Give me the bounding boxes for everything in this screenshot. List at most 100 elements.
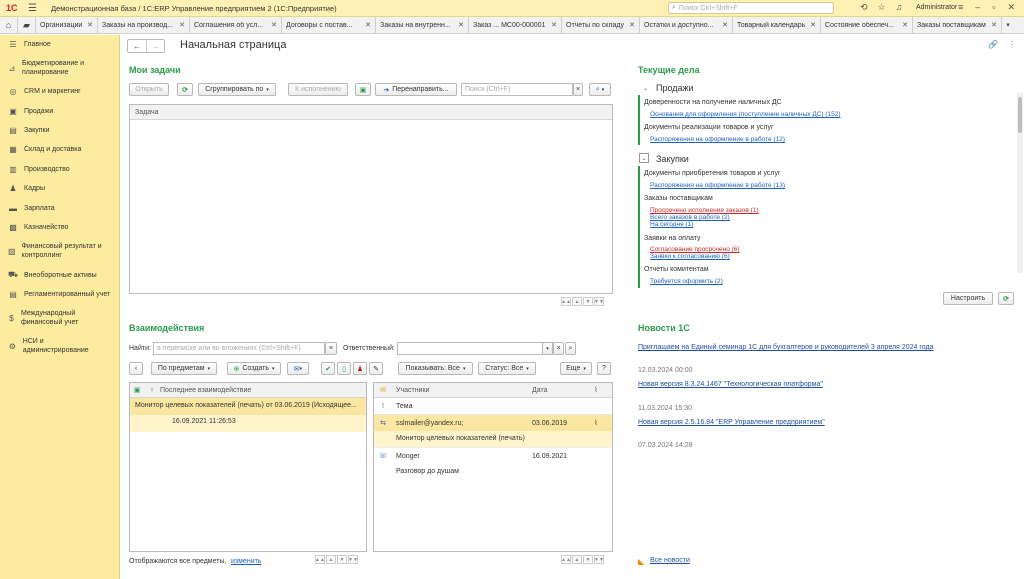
- close-tab-icon[interactable]: ✕: [179, 21, 185, 29]
- change-subjects-link[interactable]: изменить: [231, 558, 261, 565]
- sidebar-item-salary[interactable]: ▬ Зарплата: [0, 204, 55, 213]
- tab-supplier-contracts[interactable]: Договоры с постав... ✕: [282, 17, 376, 33]
- next-page-icon[interactable]: ▼: [583, 297, 593, 306]
- prev-page-icon[interactable]: ▲: [326, 555, 336, 564]
- next-page-icon[interactable]: ▼: [583, 555, 593, 564]
- forward-arrow-icon[interactable]: →: [146, 40, 164, 52]
- status-filter-button[interactable]: Статус: Все ▾: [478, 362, 536, 375]
- maximize-icon[interactable]: ▫: [992, 2, 995, 13]
- todo-link[interactable]: Заявки к согласованию (6): [650, 253, 730, 260]
- create-button[interactable]: ⊕ Создать ▾: [227, 362, 281, 375]
- person-button[interactable]: ♟: [353, 362, 367, 375]
- sidebar-item-regulated-accounting[interactable]: ▤ Регламентированный учет: [0, 290, 110, 299]
- document-button[interactable]: ▯: [337, 362, 351, 375]
- tasks-search-input[interactable]: Поиск (Ctrl+F): [461, 83, 573, 96]
- mail-action-button[interactable]: ✉ ▾: [287, 362, 309, 375]
- last-page-icon[interactable]: ▼▼: [594, 297, 604, 306]
- tab-goods-calendar[interactable]: Товарный календарь ✕: [733, 17, 821, 33]
- close-tab-icon[interactable]: ✕: [87, 21, 93, 29]
- minimize-icon[interactable]: –: [975, 2, 980, 13]
- sidebar-item-treasury[interactable]: ▩ Казначейство: [0, 223, 68, 232]
- first-page-icon[interactable]: ▲▲: [561, 555, 571, 564]
- all-news-link[interactable]: Все новости: [650, 557, 690, 564]
- close-tab-icon[interactable]: ✕: [365, 21, 371, 29]
- back-arrow-icon[interactable]: ←: [128, 40, 146, 52]
- edit-button[interactable]: ✎: [369, 362, 383, 375]
- refresh-button[interactable]: ⟳: [177, 83, 193, 96]
- sidebar-item-warehouse[interactable]: ▦ Склад и доставка: [0, 145, 81, 154]
- todo-link[interactable]: Всего заказов в работе (2): [650, 214, 730, 221]
- sidebar-item-production[interactable]: ▥ Производство: [0, 165, 69, 174]
- to-execution-button[interactable]: К исполнению: [288, 83, 348, 96]
- main-menu-icon[interactable]: ☰: [28, 3, 37, 14]
- responsible-clear[interactable]: ×: [553, 342, 564, 355]
- mark-reviewed-button[interactable]: ✔: [321, 362, 335, 375]
- table-row[interactable]: Монитор целевых показателей (печать) от …: [130, 398, 366, 432]
- responsible-dropdown[interactable]: ▾: [542, 342, 553, 355]
- table-row[interactable]: ⇆ sslmailer@yandex.ru; 03.06.2019 ⌇ Мони…: [374, 415, 612, 447]
- chevron-down-icon[interactable]: ⌄: [643, 85, 648, 92]
- responsible-open[interactable]: ⌕: [565, 342, 576, 355]
- tab-warehouse-reports[interactable]: Отчеты по складу ✕: [562, 17, 640, 33]
- home-icon[interactable]: ⌂: [0, 17, 18, 33]
- first-page-icon[interactable]: ▲▲: [315, 555, 325, 564]
- sidebar-item-ifrs[interactable]: $ Международный финансовый учет: [0, 309, 100, 327]
- show-filter-button[interactable]: Показывать: Все ▾: [398, 362, 473, 375]
- column-date[interactable]: Дата: [528, 387, 588, 394]
- close-tab-icon[interactable]: ✕: [810, 21, 816, 29]
- close-tab-icon[interactable]: ✕: [991, 21, 997, 29]
- responsible-input[interactable]: [397, 342, 553, 355]
- column-task[interactable]: Задача: [130, 109, 159, 116]
- news-item-link[interactable]: Новая версия 8.3.24.1467 "Технологическа…: [638, 381, 823, 388]
- tabs-more-icon[interactable]: ▾: [1002, 17, 1014, 33]
- interactions-find-input[interactable]: в переписке или во вложениях (Ctrl+Shift…: [153, 342, 325, 355]
- first-page-icon[interactable]: ▲▲: [561, 297, 571, 306]
- close-tab-icon[interactable]: ✕: [722, 21, 728, 29]
- close-tab-icon[interactable]: ✕: [629, 21, 635, 29]
- tab-order-mc00[interactable]: Заказ ... МС00-000001 ✕: [469, 17, 562, 33]
- link-icon[interactable]: 🔗: [988, 40, 998, 49]
- history-icon[interactable]: ⟲: [860, 2, 868, 13]
- sidebar-item-main[interactable]: ☰ Главное: [0, 40, 50, 49]
- todo-link-overdue[interactable]: Просрочено исполнение заказов (1): [650, 207, 759, 214]
- table-row[interactable]: ☏ Monger 16.09.2021 Разговор до душам: [374, 447, 612, 480]
- group-sales-title[interactable]: Продажи: [656, 83, 694, 93]
- close-tab-icon[interactable]: ✕: [551, 21, 557, 29]
- more-vertical-icon[interactable]: ⋮: [1008, 40, 1016, 49]
- sidebar-item-purchases[interactable]: ▤ Закупки: [0, 126, 49, 135]
- by-subject-button[interactable]: По предметам ▾: [151, 362, 217, 375]
- tab-production-orders[interactable]: Заказы на производ... ✕: [98, 17, 190, 33]
- todo-link[interactable]: Требуется оформить (2): [650, 278, 723, 285]
- close-window-icon[interactable]: ✕: [1007, 2, 1015, 13]
- sidebar-item-finance[interactable]: ▧ Финансовый результат и контроллинг: [0, 242, 110, 260]
- prev-page-icon[interactable]: ▲: [572, 555, 582, 564]
- todo-link[interactable]: Распоряжения на оформление в работе (13): [650, 182, 785, 189]
- column-last-interaction[interactable]: Последнее взаимодействие: [160, 387, 251, 394]
- user-name[interactable]: Administrator: [916, 4, 957, 11]
- todo-link[interactable]: Распоряжения на оформление в работе (12): [650, 136, 785, 143]
- tab-internal-orders[interactable]: Заказы на внутренн... ✕: [376, 17, 469, 33]
- news-item-link[interactable]: Приглашаем на Единый семинар 1С для бухг…: [638, 344, 933, 351]
- tab-organizations[interactable]: Организации ✕: [36, 17, 98, 33]
- settings-menu-icon[interactable]: ≡: [958, 2, 963, 13]
- tab-supply-status[interactable]: Состояние обеспеч... ✕: [821, 17, 913, 33]
- last-page-icon[interactable]: ▼▼: [594, 555, 604, 564]
- next-page-icon[interactable]: ▼: [337, 555, 347, 564]
- todo-link[interactable]: Основания для оформления (поступление на…: [650, 111, 841, 118]
- sort-ascending-icon[interactable]: ↑: [144, 387, 160, 394]
- news-item-link[interactable]: Новая версия 2.5.16.84 "ERP Управление п…: [638, 419, 825, 426]
- refresh-current-button[interactable]: ⟳: [998, 292, 1014, 305]
- sidebar-item-sales[interactable]: ▣ Продажи: [0, 107, 53, 116]
- todo-link[interactable]: На сегодня (1): [650, 221, 693, 228]
- help-button[interactable]: ?: [597, 362, 611, 375]
- sidebar-item-crm[interactable]: ◎ CRM и маркетинг: [0, 87, 81, 96]
- current-affairs-scrollbar[interactable]: [1017, 93, 1023, 273]
- group-purchases-title[interactable]: Закупки: [656, 154, 689, 164]
- global-search-input[interactable]: ⌕ Поиск Ctrl+Shift+F: [668, 2, 834, 14]
- open-task-button[interactable]: Открыть: [129, 83, 169, 96]
- chevron-down-icon[interactable]: ⌄: [639, 153, 649, 163]
- find-clear-button[interactable]: ×: [325, 342, 337, 355]
- more-button[interactable]: Еще ▾: [560, 362, 592, 375]
- sidebar-item-budgeting[interactable]: ⊿ Бюджетирование и планирование: [0, 59, 110, 77]
- tab-stock-availability[interactable]: Остатки и доступно... ✕: [640, 17, 733, 33]
